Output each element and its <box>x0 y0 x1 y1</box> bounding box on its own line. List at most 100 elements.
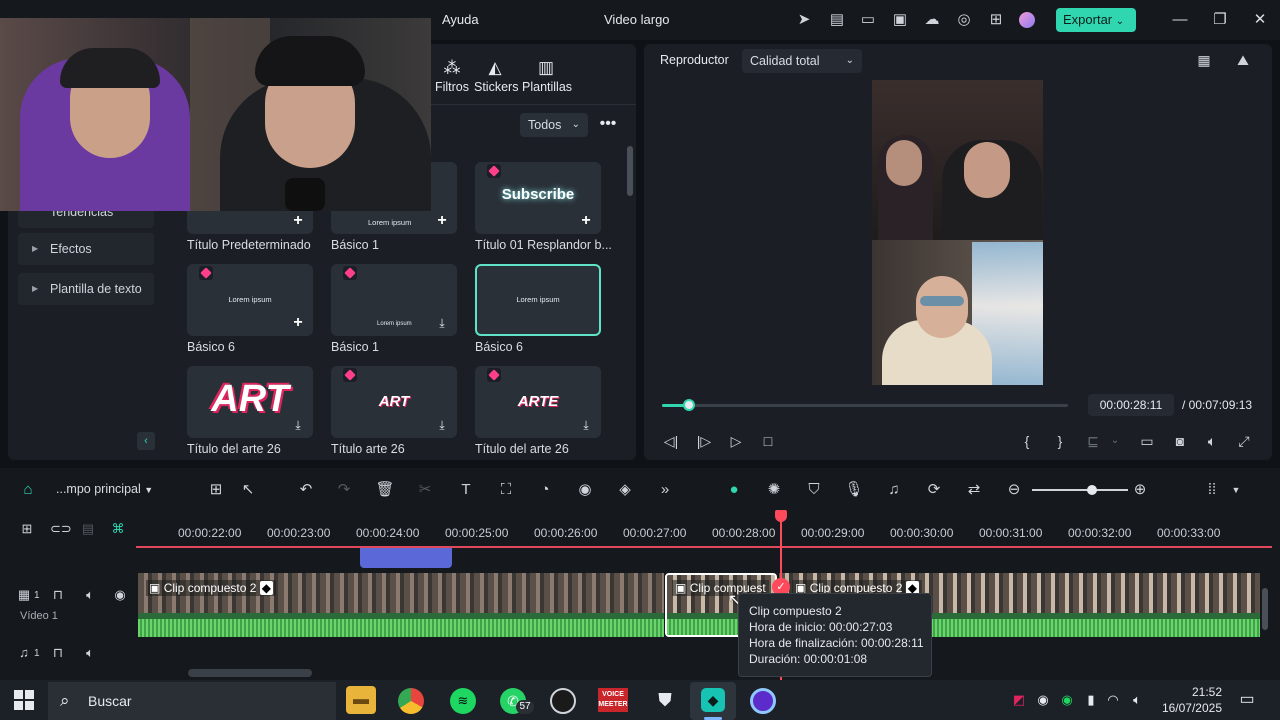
image-view-icon[interactable]: ⛰ <box>1234 51 1252 69</box>
zoom-slider-track[interactable] <box>1032 489 1128 491</box>
record-voice-icon[interactable]: 🎙︎ <box>844 480 864 500</box>
playhead-handle[interactable] <box>775 510 787 522</box>
grid-view-icon[interactable]: ▦ <box>1195 51 1213 69</box>
next-frame-icon[interactable]: |▷ <box>695 432 713 450</box>
snapshot-icon[interactable]: ◙ <box>1171 432 1189 450</box>
notifications-icon[interactable]: ▭ <box>1238 690 1256 710</box>
spotify-icon[interactable]: ≋ <box>450 688 476 714</box>
tab-stickers[interactable]: ◭ Stickers <box>474 58 518 94</box>
tray-obs-icon[interactable]: ◉ <box>1034 690 1052 710</box>
tray-spotify-icon[interactable]: ◉ <box>1058 690 1076 710</box>
current-time[interactable]: 00:00:28:11 <box>1088 394 1174 416</box>
sidebar-item-text-template[interactable]: ▶ Plantilla de texto <box>18 273 154 305</box>
app-circle-icon[interactable] <box>750 688 776 714</box>
title-tile[interactable]: Lorem ipsum ⤓ <box>331 264 457 336</box>
taskbar-search-box[interactable]: ⌕ Buscar <box>48 682 336 720</box>
save-icon[interactable]: ▣ <box>890 10 910 30</box>
play-icon[interactable]: ▷ <box>727 432 745 450</box>
cut-icon[interactable]: ✂ <box>415 480 435 500</box>
replace-icon[interactable]: ⇄ <box>964 480 984 500</box>
tray-usb-icon[interactable]: ▮ <box>1082 690 1100 710</box>
download-icon[interactable]: ⤓ <box>435 418 449 432</box>
collapse-sidebar-icon[interactable]: ‹ <box>137 432 155 450</box>
filter-dropdown[interactable]: Todos ⌄ <box>520 113 588 137</box>
lock-icon[interactable]: ⊓ <box>50 587 66 603</box>
windows-start-icon[interactable] <box>14 690 34 710</box>
lock-icon[interactable]: ⊓ <box>50 645 66 661</box>
file-explorer-icon[interactable]: ▬ <box>346 686 376 714</box>
zoom-slider-handle[interactable] <box>1087 485 1097 495</box>
playback-progress-handle[interactable] <box>682 399 695 411</box>
more-options-icon[interactable]: ••• <box>598 112 618 136</box>
scrollbar-thumb[interactable] <box>627 146 633 196</box>
more-tools-icon[interactable]: » <box>655 480 675 500</box>
eye-icon[interactable]: ◉ <box>112 587 128 603</box>
crop-icon[interactable]: ⛶ <box>496 480 516 500</box>
send-icon[interactable]: ➤ <box>794 10 814 30</box>
tab-filters[interactable]: ⁂ Filtros <box>434 58 470 94</box>
delete-icon[interactable]: 🗑︎ <box>375 480 395 500</box>
title-tile[interactable]: ART ⤓ <box>331 366 457 438</box>
add-icon[interactable]: + <box>435 213 449 229</box>
minimize-icon[interactable]: — <box>1170 10 1190 30</box>
speed-icon[interactable]: ◔ <box>535 480 555 500</box>
undo-icon[interactable]: ↶ <box>296 480 316 500</box>
layout-grid-icon[interactable]: ⊞ <box>206 480 226 500</box>
caret-down-icon[interactable]: ▼ <box>1226 480 1246 500</box>
select-pointer-icon[interactable]: ↖ <box>238 480 258 500</box>
close-icon[interactable]: ✕ <box>1250 10 1270 30</box>
quality-dropdown[interactable]: Calidad total ⌄ <box>742 49 862 73</box>
add-icon[interactable]: + <box>291 315 305 331</box>
sequence-selector[interactable]: ...mpo principal ▼ <box>56 482 153 496</box>
sidebar-item-effects[interactable]: ▶ Efectos <box>18 233 154 265</box>
export-button[interactable]: Exportar ⌄ <box>1056 8 1136 32</box>
tab-templates[interactable]: ▥ Plantillas <box>522 58 572 94</box>
grid-apps-icon[interactable]: ⊞ <box>986 10 1006 30</box>
wifi-icon[interactable]: ◠ <box>1104 690 1122 710</box>
work-area-marker[interactable] <box>360 548 452 568</box>
title-tile[interactable]: Lorem ipsum + <box>187 264 313 336</box>
insert-icon[interactable]: ⊑ <box>1084 432 1102 450</box>
security-shield-icon[interactable]: ⛊ <box>650 686 680 714</box>
link-icon[interactable]: ⊂⊃ <box>50 521 72 537</box>
mark-out-icon[interactable]: } <box>1051 432 1069 450</box>
template-icon[interactable]: ▤ <box>827 10 847 30</box>
tray-app-icon[interactable]: ◩ <box>1010 690 1028 710</box>
chevron-down-icon[interactable]: ⌄ <box>1106 432 1124 450</box>
headset-icon[interactable]: ◎ <box>954 10 974 30</box>
redo-icon[interactable]: ↷ <box>334 480 354 500</box>
zoom-in-icon[interactable]: ⊕ <box>1130 480 1150 500</box>
download-icon[interactable]: ⤓ <box>579 418 593 432</box>
marker-icon[interactable]: ⛉ <box>804 480 824 500</box>
group-icon[interactable]: ▤ <box>80 521 96 537</box>
menu-help[interactable]: Ayuda <box>442 12 479 27</box>
layout-icon[interactable]: ▭ <box>858 10 878 30</box>
filmora-taskbar-button[interactable]: ◆ <box>690 682 736 720</box>
snap-icon[interactable]: ⌘ <box>110 521 126 537</box>
ai-tools-icon[interactable]: ◈ <box>615 480 635 500</box>
mark-in-icon[interactable]: { <box>1018 432 1036 450</box>
clock[interactable]: 21:52 16/07/2025 <box>1156 684 1222 716</box>
home-icon[interactable]: ⌂ <box>18 480 38 500</box>
playback-progress-track[interactable] <box>662 404 1068 407</box>
avatar[interactable] <box>1019 12 1035 28</box>
color-palette-icon[interactable]: ◉ <box>575 480 595 500</box>
layout-options-icon[interactable]: ⁞⁞ <box>1202 480 1222 500</box>
cloud-upload-icon[interactable]: ☁ <box>922 10 942 30</box>
title-tile-selected[interactable]: Lorem ipsum <box>475 264 601 336</box>
title-tile[interactable]: Subscribe + <box>475 162 601 234</box>
voicemeeter-icon[interactable]: VOICE MEETER <box>598 688 628 712</box>
title-tile[interactable]: ART ⤓ <box>187 366 313 438</box>
speaker-icon[interactable]: 🔈︎ <box>1128 690 1146 710</box>
ai-assistant-icon[interactable]: ● <box>724 480 744 500</box>
text-icon[interactable]: T <box>456 480 476 500</box>
title-tile[interactable]: ARTE ⤓ <box>475 366 601 438</box>
add-track-icon[interactable]: ⊞ <box>19 521 35 537</box>
auto-sync-icon[interactable]: ⟳ <box>924 480 944 500</box>
track-volume-icon[interactable]: 🔈︎ <box>82 587 98 603</box>
fullscreen-icon[interactable]: ⤢ <box>1235 432 1253 450</box>
audio-edit-icon[interactable]: ♫ <box>884 480 904 500</box>
add-icon[interactable]: + <box>291 213 305 229</box>
zoom-out-icon[interactable]: ⊖ <box>1004 480 1024 500</box>
restore-icon[interactable]: ❐ <box>1210 10 1230 30</box>
